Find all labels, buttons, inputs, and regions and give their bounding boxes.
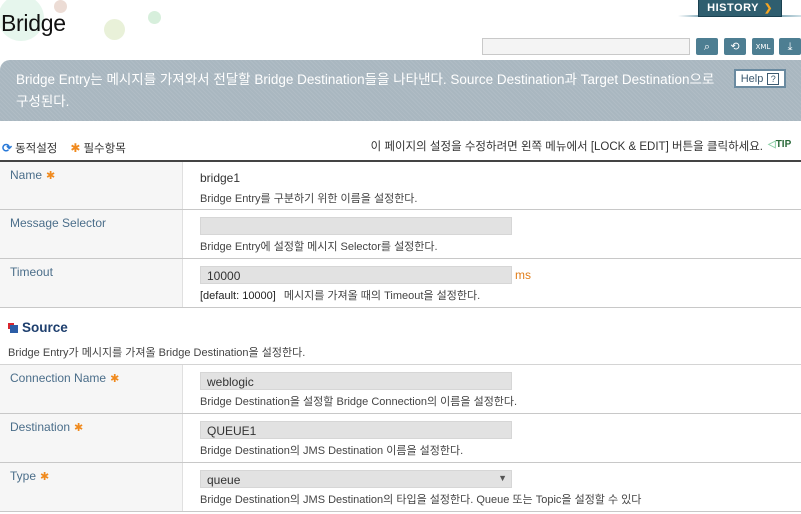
help-button[interactable]: Help ? bbox=[734, 69, 786, 88]
page-title: Bridge bbox=[1, 10, 66, 36]
refresh-button[interactable]: ⟲ bbox=[724, 38, 746, 55]
tip-arrow-icon: ◁ bbox=[768, 139, 776, 150]
field-label-text: Connection Name bbox=[10, 371, 107, 385]
field-label-text: Name bbox=[10, 168, 43, 182]
type-select[interactable]: queue ▼ bbox=[200, 470, 512, 488]
field-description: Bridge Destination의 JMS Destination의 타입을… bbox=[200, 494, 642, 506]
name-value: bridge1 bbox=[200, 171, 241, 185]
decorative-circle bbox=[104, 19, 125, 40]
field-row-destination: Destination ✱ QUEUE1 Bridge Destination의 … bbox=[0, 414, 801, 463]
required-icon: ✱ bbox=[110, 373, 120, 385]
xml-export-button[interactable]: XML bbox=[752, 38, 774, 55]
field-description: Bridge Entry를 구분하기 위한 이름을 설정한다. bbox=[200, 193, 418, 205]
field-label: Connection Name ✱ bbox=[0, 365, 183, 413]
required-icon: ✱ bbox=[74, 422, 84, 434]
field-description: Bridge Entry에 설정할 메시지 Selector를 설정한다. bbox=[200, 241, 438, 253]
required-icon: ✱ bbox=[46, 170, 56, 182]
required-icon: ✱ bbox=[70, 141, 81, 155]
history-label: HISTORY bbox=[707, 2, 759, 14]
search-button[interactable]: ⌕ bbox=[696, 38, 718, 55]
field-label: Name ✱ bbox=[0, 162, 183, 209]
history-button[interactable]: HISTORY ❯ bbox=[698, 0, 782, 17]
dynamic-setting-icon: ⟳ bbox=[2, 141, 13, 155]
description-banner: Bridge Entry는 메시지를 가져와서 전달할 Bridge Desti… bbox=[0, 60, 801, 121]
timeout-input[interactable]: 10000 bbox=[200, 266, 512, 284]
field-label-text: Type bbox=[10, 469, 37, 483]
download-icon: ⤓ bbox=[787, 39, 793, 53]
legend: ⟳ 동적설정 ✱ 필수항목 bbox=[2, 140, 126, 156]
xml-export-icon: XML bbox=[755, 42, 771, 51]
field-description: Bridge Destination을 설정할 Bridge Connectio… bbox=[200, 396, 518, 408]
field-description-text: 메시지를 가져올 때의 Timeout을 설정한다. bbox=[283, 290, 481, 302]
field-label: Type ✱ bbox=[0, 463, 183, 511]
search-input[interactable] bbox=[482, 38, 690, 55]
required-icon: ✱ bbox=[40, 471, 50, 483]
banner-text: Bridge Entry는 메시지를 가져와서 전달할 Bridge Desti… bbox=[16, 72, 715, 109]
refresh-icon: ⟲ bbox=[730, 40, 740, 53]
field-row-message-selector: Message Selector Bridge Entry에 설정할 메시지 S… bbox=[0, 210, 801, 259]
destination-input[interactable]: QUEUE1 bbox=[200, 421, 512, 439]
section-description: Bridge Entry가 메시지를 가져올 Bridge Destinatio… bbox=[8, 347, 306, 359]
type-select-value: queue bbox=[207, 473, 241, 487]
required-label: 필수항목 bbox=[83, 143, 126, 155]
field-label: Message Selector bbox=[0, 210, 183, 258]
field-row-timeout: Timeout 10000 ms [default: 10000] 메시지를 가져… bbox=[0, 259, 801, 308]
field-label-text: Message Selector bbox=[10, 216, 107, 230]
timeout-unit: ms bbox=[515, 268, 531, 282]
help-label: Help bbox=[740, 72, 764, 85]
default-value: [default: 10000] bbox=[200, 290, 276, 302]
chevron-down-icon: ❯ bbox=[763, 2, 773, 14]
connection-name-input[interactable]: weblogic bbox=[200, 372, 512, 390]
tip-label: TIP bbox=[775, 139, 792, 150]
field-row-name: Name ✱ bridge1 Bridge Entry를 구분하기 위한 이름을 … bbox=[0, 162, 801, 210]
field-description: [default: 10000] 메시지를 가져올 때의 Timeout을 설정한… bbox=[200, 287, 480, 303]
field-label: Destination ✱ bbox=[0, 414, 183, 462]
field-label-text: Destination bbox=[10, 420, 71, 434]
dropdown-arrow-icon: ▼ bbox=[498, 473, 507, 483]
field-row-connection-name: Connection Name ✱ weblogic Bridge Destina… bbox=[0, 365, 801, 414]
tip-text: 이 페이지의 설정을 수정하려면 왼쪽 메뉴에서 [LOCK & EDIT] 버… bbox=[370, 141, 763, 153]
download-button[interactable]: ⤓ bbox=[779, 38, 801, 55]
message-selector-input[interactable] bbox=[200, 217, 512, 235]
section-title-source: Source bbox=[8, 320, 68, 335]
section-title-text: Source bbox=[22, 320, 68, 335]
dynamic-setting-label: 동적설정 bbox=[15, 143, 58, 155]
search-icon: ⌕ bbox=[703, 39, 711, 53]
question-icon: ? bbox=[767, 72, 780, 85]
field-description: Bridge Destination의 JMS Destination 이름을 … bbox=[200, 445, 464, 457]
field-label: Timeout bbox=[0, 259, 183, 307]
tip-badge: ◁TIP bbox=[768, 139, 791, 150]
field-row-type: Type ✱ queue ▼ Bridge Destination의 JMS De… bbox=[0, 463, 801, 512]
section-bullet-icon bbox=[8, 322, 18, 333]
field-label-text: Timeout bbox=[10, 265, 53, 279]
decorative-circle bbox=[148, 11, 161, 24]
